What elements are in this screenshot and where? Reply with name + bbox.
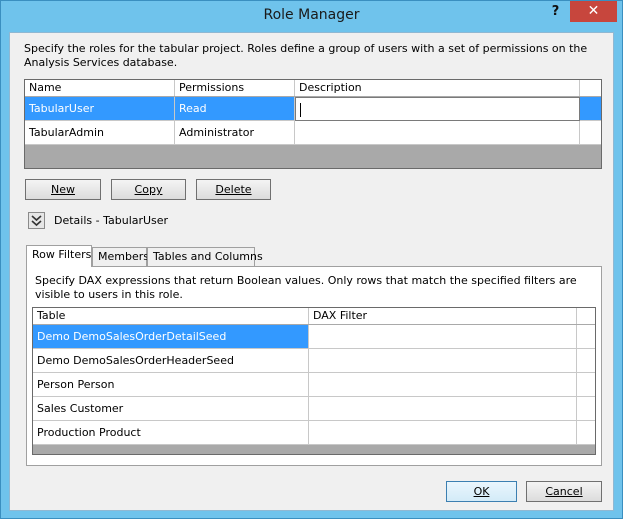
tab-tables-and-columns[interactable]: Tables and Columns <box>147 247 263 266</box>
close-button[interactable]: ✕ <box>570 1 617 22</box>
filter-row-filler <box>577 349 595 373</box>
filter-row-filler <box>577 397 595 421</box>
delete-role-button[interactable]: Delete <box>196 179 271 200</box>
double-chevron-down-icon <box>31 215 42 227</box>
filter-table-cell[interactable]: Production Product <box>33 421 309 445</box>
intro-text: Specify the roles for the tabular projec… <box>24 42 588 69</box>
details-label: Details - TabularUser <box>54 214 169 227</box>
column-header-filler <box>580 80 601 96</box>
filter-row-filler <box>577 421 595 445</box>
filter-table-cell[interactable]: Person Person <box>33 373 309 397</box>
cancel-button[interactable]: Cancel <box>526 481 602 502</box>
help-button[interactable]: ? <box>541 1 570 22</box>
dax-filter-cell[interactable] <box>309 325 577 349</box>
role-name-cell[interactable]: TabularUser <box>25 97 175 121</box>
role-permissions-cell[interactable]: Administrator <box>175 121 295 145</box>
new-role-button[interactable]: New <box>25 179 101 200</box>
dax-filter-cell[interactable] <box>309 397 577 421</box>
role-row-filler <box>580 97 601 121</box>
column-header-dax-filter[interactable]: DAX Filter <box>309 308 577 324</box>
window-title: Role Manager <box>263 7 360 23</box>
copy-role-button[interactable]: Copy <box>111 179 186 200</box>
role-row-filler <box>580 121 601 145</box>
dax-filter-cell[interactable] <box>309 421 577 445</box>
role-description-cell[interactable] <box>295 121 580 145</box>
roles-grid-header: Name Permissions Description <box>25 80 601 96</box>
column-header-filler <box>577 308 595 324</box>
filter-table-cell[interactable]: Sales Customer <box>33 397 309 421</box>
column-header-name[interactable]: Name <box>25 80 175 96</box>
role-description-input[interactable] <box>295 97 580 121</box>
dax-filter-cell[interactable] <box>309 349 577 373</box>
tab-row-filters[interactable]: Row Filters <box>26 245 92 267</box>
ok-button[interactable]: OK <box>446 481 517 502</box>
row-filters-grid-header: Table DAX Filter <box>33 308 595 324</box>
filter-row-filler <box>577 325 595 349</box>
filter-table-cell[interactable]: Demo DemoSalesOrderDetailSeed <box>33 325 309 349</box>
tab-members[interactable]: Members <box>92 247 149 266</box>
column-header-description[interactable]: Description <box>295 80 580 96</box>
row-filters-panel: Specify DAX expressions that return Bool… <box>26 266 602 466</box>
details-toggle[interactable] <box>28 212 45 229</box>
text-caret <box>300 103 301 117</box>
row-filters-description: Specify DAX expressions that return Bool… <box>35 274 577 301</box>
filter-table-cell[interactable]: Demo DemoSalesOrderHeaderSeed <box>33 349 309 373</box>
column-header-table[interactable]: Table <box>33 308 309 324</box>
close-icon: ✕ <box>587 3 600 19</box>
role-permissions-cell[interactable]: Read <box>175 97 295 121</box>
role-name-cell[interactable]: TabularAdmin <box>25 121 175 145</box>
row-filters-grid: Table DAX Filter Demo DemoSalesOrderDeta… <box>32 307 596 455</box>
dialog-body: Specify the roles for the tabular projec… <box>9 32 614 511</box>
roles-grid: Name Permissions Description TabularUser… <box>24 79 602 169</box>
role-manager-window: Role Manager ? ✕ Specify the roles for t… <box>0 0 623 519</box>
dax-filter-cell[interactable] <box>309 373 577 397</box>
filter-row-filler <box>577 373 595 397</box>
column-header-permissions[interactable]: Permissions <box>175 80 295 96</box>
title-bar[interactable]: Role Manager ? ✕ <box>1 1 622 31</box>
